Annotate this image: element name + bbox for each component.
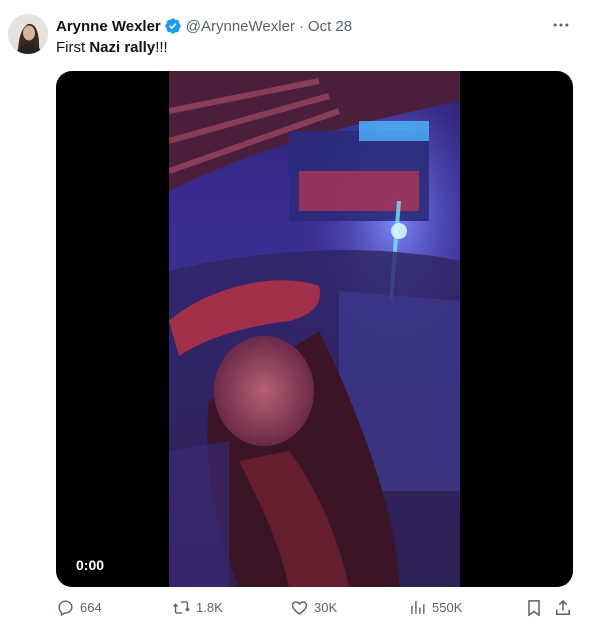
views-icon: [411, 601, 425, 614]
like-count: 30K: [314, 600, 338, 615]
tweet-text-suffix: !!!: [155, 39, 168, 56]
tweet-text: First Nazi rally!!!: [56, 38, 168, 58]
tweet: Arynne Wexler @ArynneWexler · Oct 28 Fir…: [0, 0, 589, 630]
avatar-photo: [8, 14, 48, 54]
more-options-icon[interactable]: [551, 15, 571, 35]
reply-count: 664: [80, 600, 102, 615]
repost-count: 1.8K: [196, 600, 223, 615]
video-player[interactable]: 0:00: [56, 71, 573, 587]
views-count: 550K: [432, 600, 463, 615]
verified-badge-icon: [165, 18, 181, 34]
timestamp[interactable]: Oct 28: [308, 18, 352, 35]
tweet-text-prefix: First: [56, 39, 90, 56]
tweet-header: Arynne Wexler @ArynneWexler · Oct 28: [56, 15, 352, 37]
repost-icon: [173, 601, 190, 614]
video-still: [169, 71, 460, 587]
video-frame: [169, 71, 460, 587]
views-button[interactable]: 550K: [408, 598, 462, 617]
video-duration: 0:00: [76, 557, 105, 573]
reply-button[interactable]: 664: [56, 598, 102, 617]
like-button[interactable]: 30K: [290, 598, 337, 617]
repost-button[interactable]: 1.8K: [172, 598, 223, 617]
tweet-text-bold: Nazi rally: [89, 39, 156, 56]
author-handle[interactable]: @ArynneWexler: [186, 18, 295, 35]
author-name[interactable]: Arynne Wexler: [56, 18, 161, 35]
separator-dot: ·: [298, 17, 304, 35]
avatar[interactable]: [8, 14, 48, 54]
share-icon[interactable]: [553, 598, 573, 618]
reply-icon: [58, 600, 73, 617]
heart-icon: [291, 601, 308, 615]
bookmark-icon[interactable]: [524, 598, 544, 618]
action-bar: 664 1.8K 30K 550K: [56, 598, 573, 622]
